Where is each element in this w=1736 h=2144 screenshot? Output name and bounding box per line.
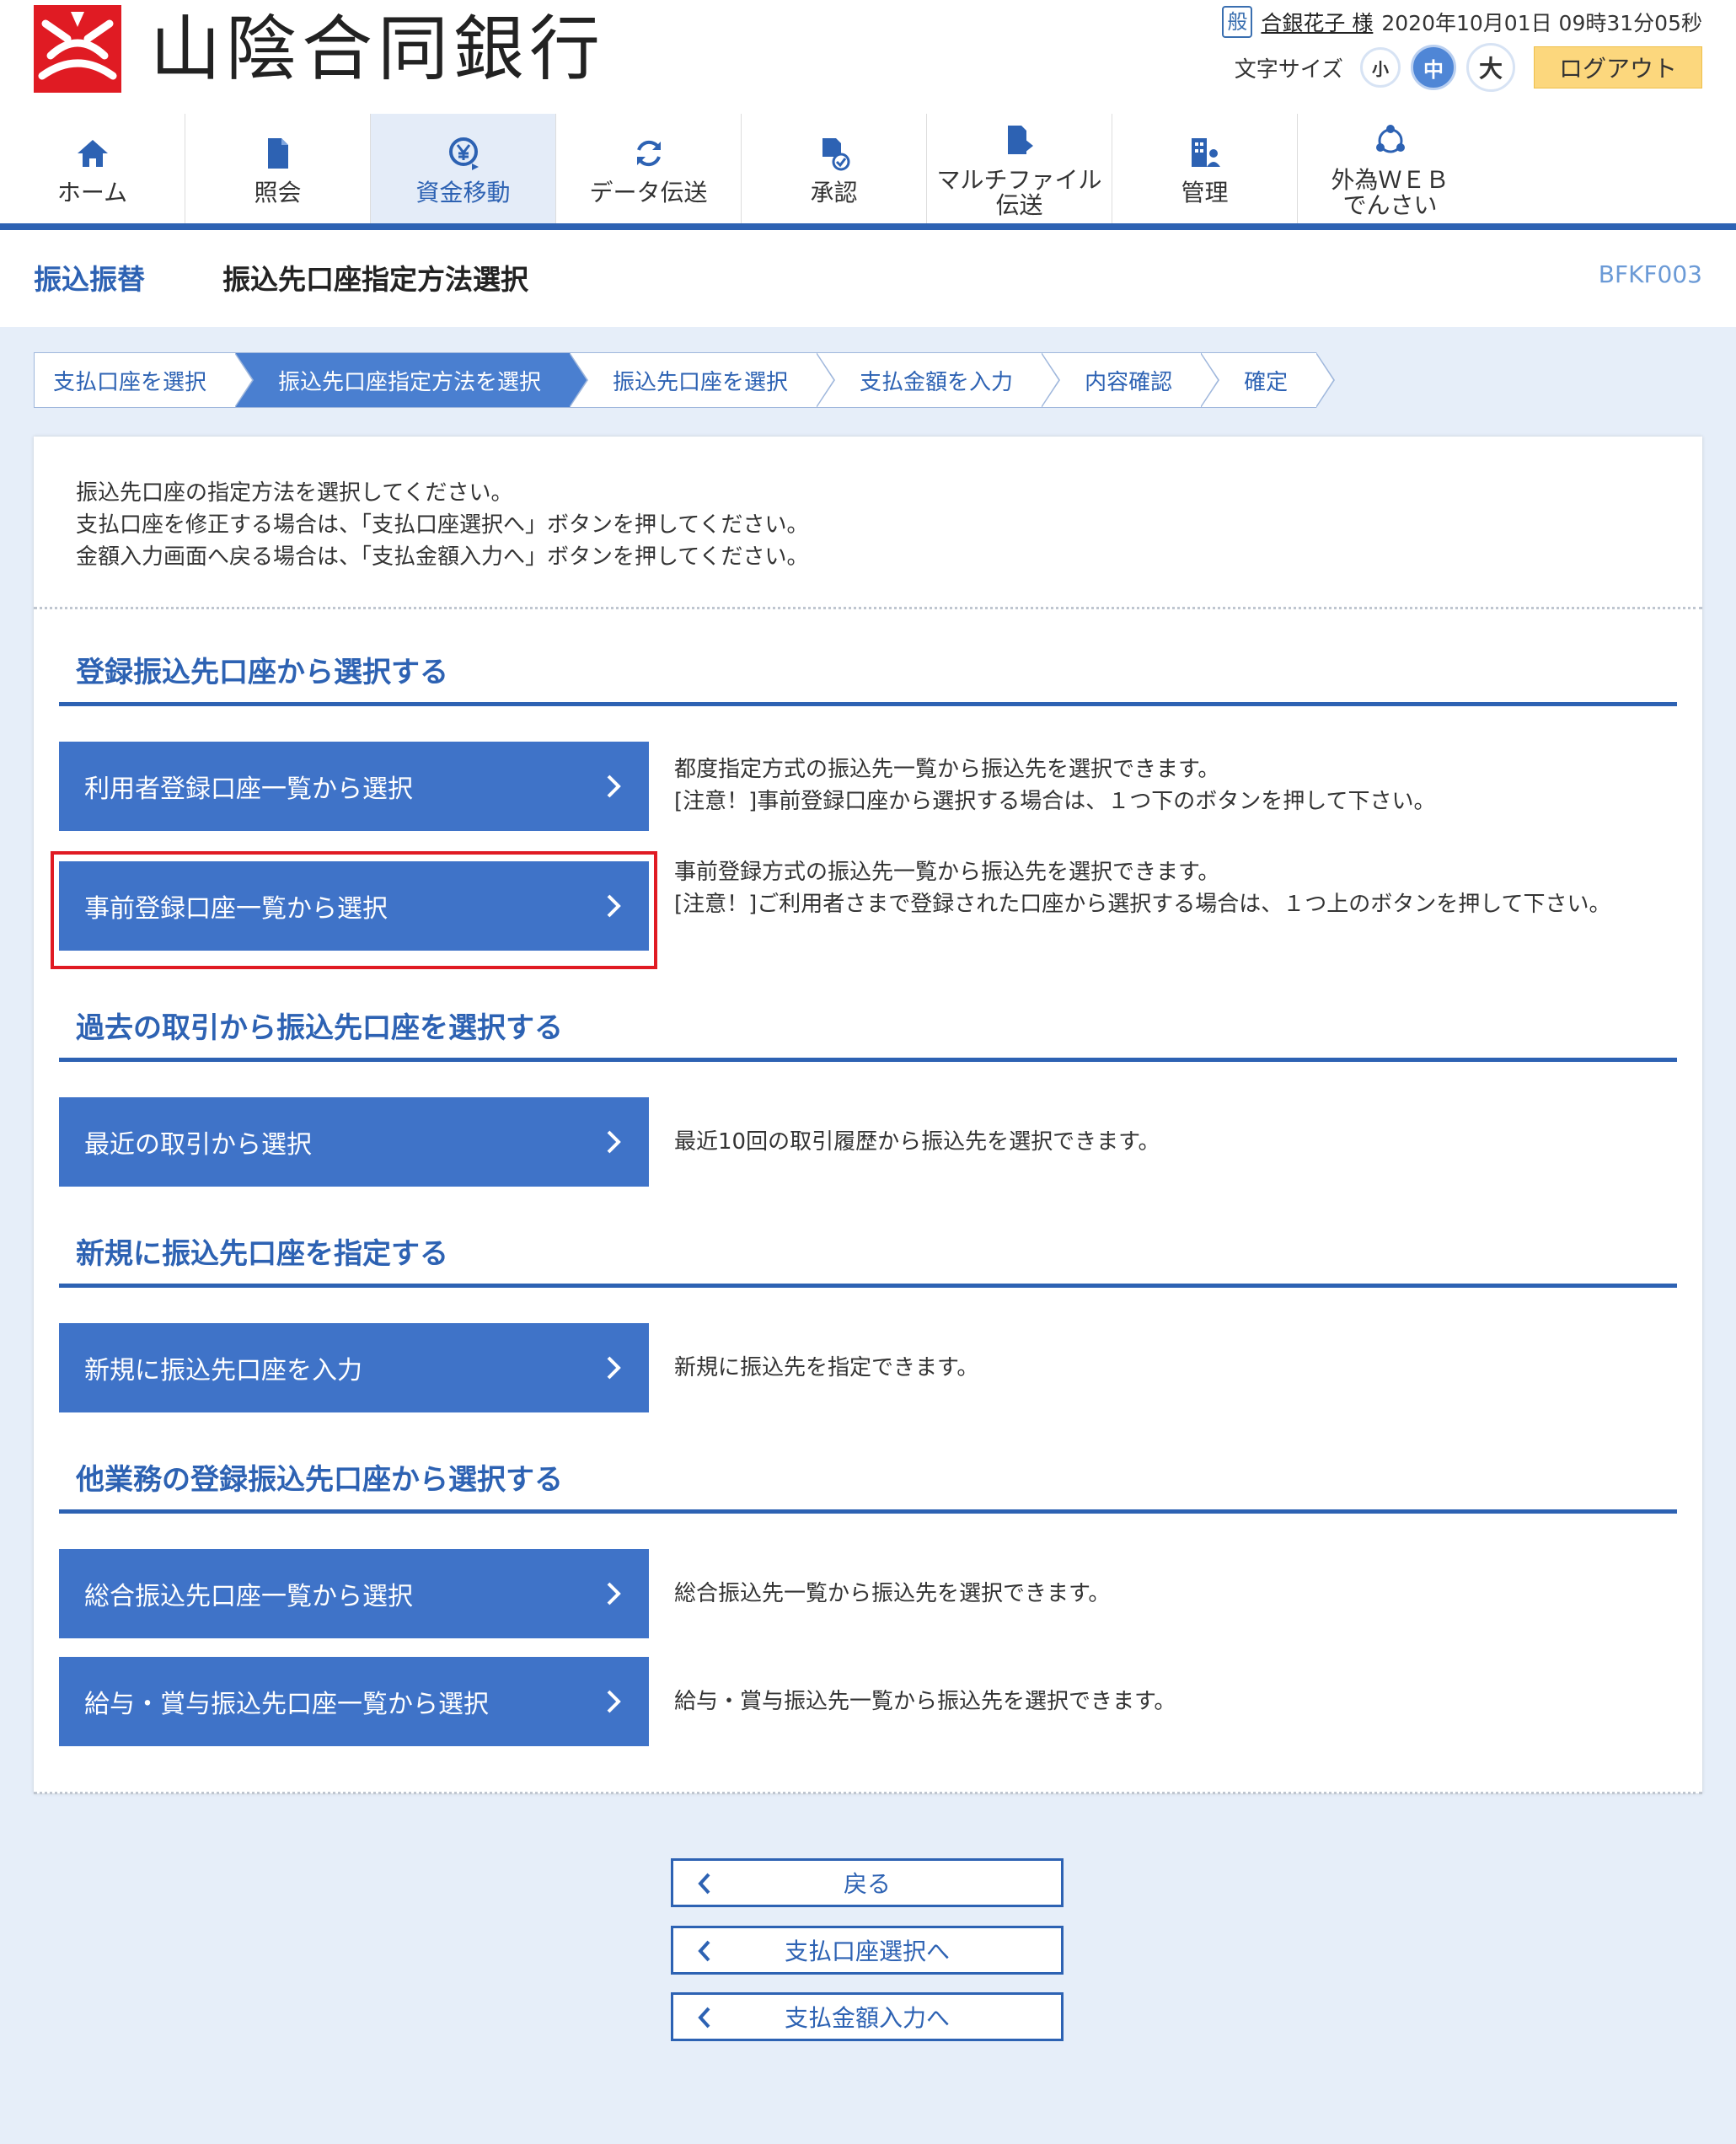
option-description: 事前登録方式の振込先一覧から振込先を選択できます。 [注意！]ご利用者さまで登録… (674, 856, 1677, 920)
user-type-badge: 般 (1222, 6, 1253, 38)
button-label: 支払金額入力へ (784, 2004, 950, 2032)
description-line: [注意！]ご利用者さまで登録された口座から選択する場合は、１つ上のボタンを押して… (674, 892, 1611, 917)
button-label: 戻る (843, 1870, 891, 1898)
nav-item-data-transmission[interactable]: データ伝送 (556, 114, 742, 223)
font-size-small-button[interactable]: 小 (1360, 47, 1401, 88)
instruction-line: 金額入力画面へ戻る場合は、「支払金額入力へ」ボタンを押してください。 (76, 544, 809, 570)
main-panel: 振込先口座の指定方法を選択してください。 支払口座を修正する場合は、「支払口座選… (34, 437, 1702, 1794)
refresh-icon (630, 131, 667, 175)
button-label: 給与・賞与振込先口座一覧から選択 (84, 1690, 489, 1719)
divider (34, 607, 1702, 609)
nav-item-inquiry[interactable]: 照会 (185, 114, 371, 223)
step-confirm-content: 内容確認 (1042, 352, 1220, 408)
section-heading-other: 他業務の登録振込先口座から選択する (59, 1456, 1677, 1514)
page-title: 振込先口座指定方法選択 (222, 263, 528, 296)
section-title: 振込振替 (34, 263, 145, 296)
chevron-right-icon (607, 1130, 621, 1154)
approve-icon (816, 131, 853, 175)
step-select-payee-account: 振込先口座を選択 (570, 352, 836, 408)
section-heading-registered: 登録振込先口座から選択する (59, 649, 1677, 706)
font-size-large-button[interactable]: 大 (1466, 43, 1515, 92)
back-button[interactable]: 戻る (671, 1858, 1064, 1907)
option-description: 最近10回の取引履歴から振込先を選択できます。 (674, 1129, 1160, 1155)
instruction-line: 振込先口座の指定方法を選択してください。 (76, 480, 513, 506)
chevron-right-icon (607, 775, 621, 798)
button-label: 利用者登録口座一覧から選択 (84, 775, 413, 804)
nav-item-management[interactable]: 管理 (1112, 114, 1298, 223)
button-label: 支払口座選択へ (784, 1938, 950, 1965)
option-description: 総合振込先一覧から振込先を選択できます。 (674, 1581, 1111, 1606)
header: 山陰合同銀行 般 合銀花子 様 2020年10月01日 09時31分05秒 文字… (0, 0, 1736, 114)
nav-label: マルチファイル 伝送 (936, 166, 1102, 219)
user-name-link[interactable]: 合銀花子 様 (1261, 7, 1373, 37)
option-description: 給与・賞与振込先一覧から振込先を選択できます。 (674, 1689, 1176, 1714)
new-payee-input-button[interactable]: 新規に振込先口座を入力 (59, 1323, 649, 1412)
nav-item-home[interactable]: ホーム (0, 114, 185, 223)
instruction-line: 支払口座を修正する場合は、「支払口座選択へ」ボタンを押してください。 (76, 512, 809, 538)
bank-name: 山陰合同銀行 (150, 8, 606, 90)
instructions: 振込先口座の指定方法を選択してください。 支払口座を修正する場合は、「支払口座選… (76, 477, 808, 573)
logout-button[interactable]: ログアウト (1534, 46, 1702, 88)
nav-label: 資金移動 (415, 179, 511, 206)
section-heading-history: 過去の取引から振込先口座を選択する (59, 1005, 1677, 1062)
payment-account-select-button[interactable]: 支払口座選択へ (671, 1926, 1064, 1975)
general-transfer-list-button[interactable]: 総合振込先口座一覧から選択 (59, 1549, 649, 1638)
user-info: 般 合銀花子 様 2020年10月01日 09時31分05秒 (1222, 5, 1702, 39)
chevron-left-icon (698, 2007, 710, 2029)
step-progress: 支払口座を選択 振込先口座指定方法を選択 振込先口座を選択 支払金額を入力 内容… (34, 352, 1336, 408)
description-line: 事前登録方式の振込先一覧から振込先を選択できます。 (674, 860, 1220, 885)
document-icon (260, 131, 297, 175)
chevron-right-icon (607, 894, 621, 918)
home-icon (74, 131, 111, 175)
description-line: 都度指定方式の振込先一覧から振込先を選択できます。 (674, 757, 1220, 782)
chevron-right-icon (607, 1690, 621, 1713)
network-icon (1372, 119, 1409, 163)
divider (34, 1792, 1702, 1794)
step-select-method: 振込先口座指定方法を選択 (235, 352, 589, 408)
salary-bonus-list-button[interactable]: 給与・賞与振込先口座一覧から選択 (59, 1657, 649, 1746)
amount-input-button[interactable]: 支払金額入力へ (671, 1992, 1064, 2041)
button-label: 総合振込先口座一覧から選択 (84, 1582, 413, 1611)
login-datetime: 2020年10月01日 09時31分05秒 (1381, 11, 1702, 35)
screen-code: BFKF003 (1598, 260, 1702, 288)
page-title-bar: 振込振替 振込先口座指定方法選択 BFKF003 (0, 230, 1736, 323)
global-nav: ホーム 照会 資金移動 データ伝送 承認 マルチファイル 伝送 管理 外為ＷＥＢ… (0, 114, 1736, 230)
nav-label: 照会 (254, 179, 302, 206)
nav-label: 外為ＷＥＢ でんさい (1331, 166, 1449, 219)
nav-label: 管理 (1181, 179, 1229, 206)
step-enter-amount: 支払金額を入力 (817, 352, 1061, 408)
nav-item-multifile[interactable]: マルチファイル 伝送 (927, 114, 1112, 223)
button-label: 事前登録口座一覧から選択 (84, 894, 388, 924)
pre-registered-list-button[interactable]: 事前登録口座一覧から選択 (59, 861, 649, 951)
manage-icon (1187, 131, 1224, 175)
nav-item-approval[interactable]: 承認 (742, 114, 927, 223)
chevron-left-icon (698, 1940, 710, 1962)
nav-label: ホーム (56, 179, 128, 206)
nav-label: データ伝送 (589, 179, 708, 206)
font-size-medium-button[interactable]: 中 (1411, 45, 1456, 90)
description-line: [注意！]事前登録口座から選択する場合は、１つ下のボタンを押して下さい。 (674, 789, 1436, 814)
nav-item-fund-transfer[interactable]: 資金移動 (371, 114, 556, 223)
font-size-controls: 文字サイズ 小 中 大 ログアウト (1234, 43, 1702, 92)
chevron-right-icon (607, 1582, 621, 1605)
step-select-payment-account: 支払口座を選択 (34, 352, 255, 408)
font-size-label: 文字サイズ (1234, 56, 1343, 83)
chevron-right-icon (607, 1356, 621, 1380)
section-heading-new: 新規に振込先口座を指定する (59, 1230, 1677, 1288)
option-description: 都度指定方式の振込先一覧から振込先を選択できます。 [注意！]事前登録口座から選… (674, 753, 1677, 817)
chevron-left-icon (698, 1873, 710, 1895)
bank-logo-icon (34, 5, 121, 93)
option-description: 新規に振込先を指定できます。 (674, 1355, 979, 1380)
yen-transfer-icon (445, 131, 482, 175)
button-label: 最近の取引から選択 (84, 1130, 312, 1160)
nav-item-forex-web[interactable]: 外為ＷＥＢ でんさい (1298, 114, 1482, 223)
file-upload-icon (1001, 119, 1038, 163)
button-label: 新規に振込先口座を入力 (84, 1356, 362, 1386)
user-registered-list-button[interactable]: 利用者登録口座一覧から選択 (59, 742, 649, 831)
recent-transactions-button[interactable]: 最近の取引から選択 (59, 1097, 649, 1187)
nav-label: 承認 (810, 179, 858, 206)
